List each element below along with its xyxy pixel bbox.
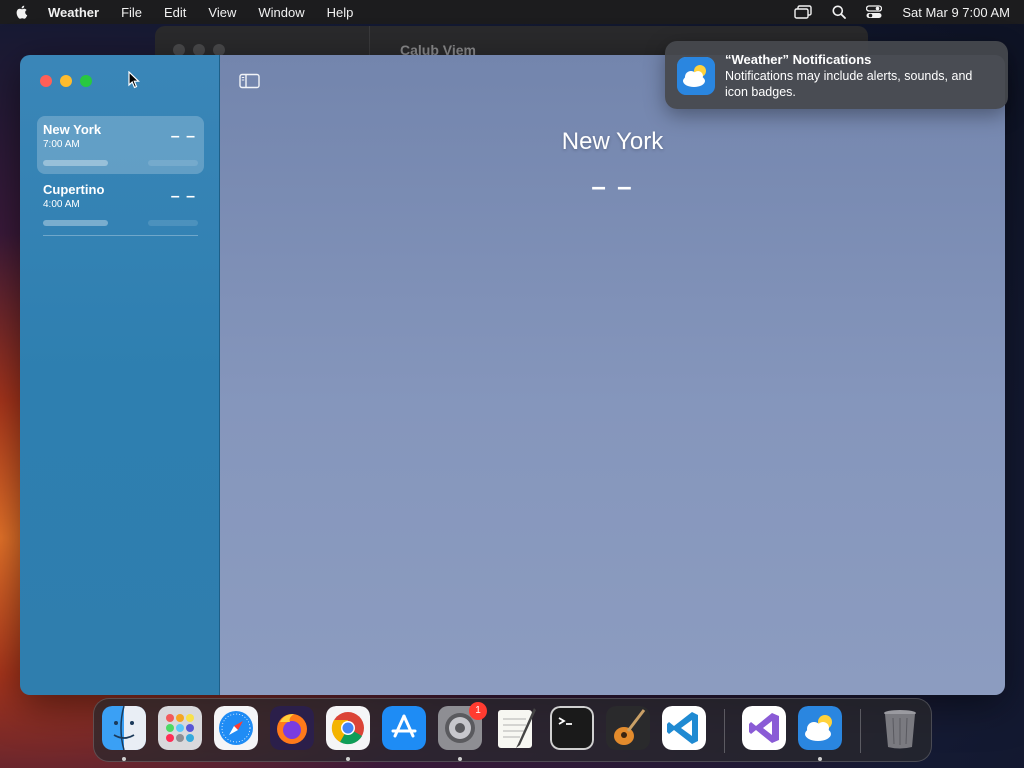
- visual-studio-icon[interactable]: [742, 706, 786, 750]
- apple-menu-icon[interactable]: [14, 4, 30, 20]
- running-indicator: [122, 757, 126, 761]
- dock-separator: [724, 709, 725, 753]
- range-placeholder: [148, 220, 198, 226]
- menu-file[interactable]: File: [121, 5, 142, 20]
- window-controls: [40, 75, 92, 87]
- city-temp: – –: [170, 188, 196, 205]
- launchpad-icon[interactable]: [158, 706, 202, 750]
- menu-app-name[interactable]: Weather: [48, 5, 99, 20]
- screen-mirroring-icon[interactable]: [794, 5, 813, 19]
- vscode-icon[interactable]: [662, 706, 706, 750]
- weather-app-icon: [677, 57, 715, 95]
- safari-icon[interactable]: [214, 706, 258, 750]
- running-indicator: [818, 757, 822, 761]
- dock-separator: [860, 709, 861, 753]
- mouse-cursor-icon: [128, 71, 140, 89]
- running-indicator: [458, 757, 462, 761]
- city-item-new-york[interactable]: New York 7:00 AM – –: [37, 116, 204, 174]
- notification-body: Notifications may include alerts, sounds…: [725, 69, 973, 99]
- menu-window[interactable]: Window: [258, 5, 304, 20]
- system-settings-button[interactable]: 1: [438, 702, 487, 750]
- page-title: New York: [561, 128, 664, 155]
- firefox-icon[interactable]: [270, 706, 314, 750]
- menu-bar-clock[interactable]: Sat Mar 9 7:00 AM: [902, 5, 1010, 20]
- menu-edit[interactable]: Edit: [164, 5, 186, 20]
- weather-detail: New York – –: [220, 55, 1005, 695]
- list-divider: [43, 235, 198, 236]
- weather-window: New York 7:00 AM – – Cupertino 4:00 AM –…: [20, 55, 1005, 695]
- dock: 1: [93, 698, 932, 762]
- notification-banner[interactable]: “Weather” Notifications Notifications ma…: [665, 41, 1008, 109]
- sidebar: New York 7:00 AM – – Cupertino 4:00 AM –…: [20, 55, 220, 695]
- condition-placeholder: [43, 160, 108, 166]
- notification-badge: 1: [469, 702, 487, 720]
- notification-title: “Weather” Notifications: [725, 52, 872, 67]
- trash-icon[interactable]: [878, 706, 922, 750]
- running-indicator: [346, 757, 350, 761]
- zoom-button[interactable]: [80, 75, 92, 87]
- condition-placeholder: [43, 220, 108, 226]
- app-store-icon[interactable]: [382, 706, 426, 750]
- chrome-icon[interactable]: [326, 706, 370, 750]
- city-item-cupertino[interactable]: Cupertino 4:00 AM – –: [37, 176, 204, 236]
- sidebar-toggle-icon[interactable]: [239, 73, 260, 89]
- spotlight-search-icon[interactable]: [832, 5, 847, 19]
- menu-view[interactable]: View: [208, 5, 236, 20]
- finder-icon[interactable]: [102, 706, 146, 750]
- minimize-button[interactable]: [60, 75, 72, 87]
- weather-icon[interactable]: [798, 706, 842, 750]
- range-placeholder: [148, 160, 198, 166]
- garageband-icon[interactable]: [606, 706, 650, 750]
- control-center-icon[interactable]: [866, 5, 883, 19]
- menu-help[interactable]: Help: [327, 5, 354, 20]
- textedit-icon[interactable]: [494, 706, 538, 750]
- terminal-icon[interactable]: [550, 706, 594, 750]
- current-temperature: – –: [591, 171, 634, 201]
- close-button[interactable]: [40, 75, 52, 87]
- menu-bar: Weather File Edit View Window Help Sat M…: [0, 0, 1024, 24]
- city-temp: – –: [170, 128, 196, 145]
